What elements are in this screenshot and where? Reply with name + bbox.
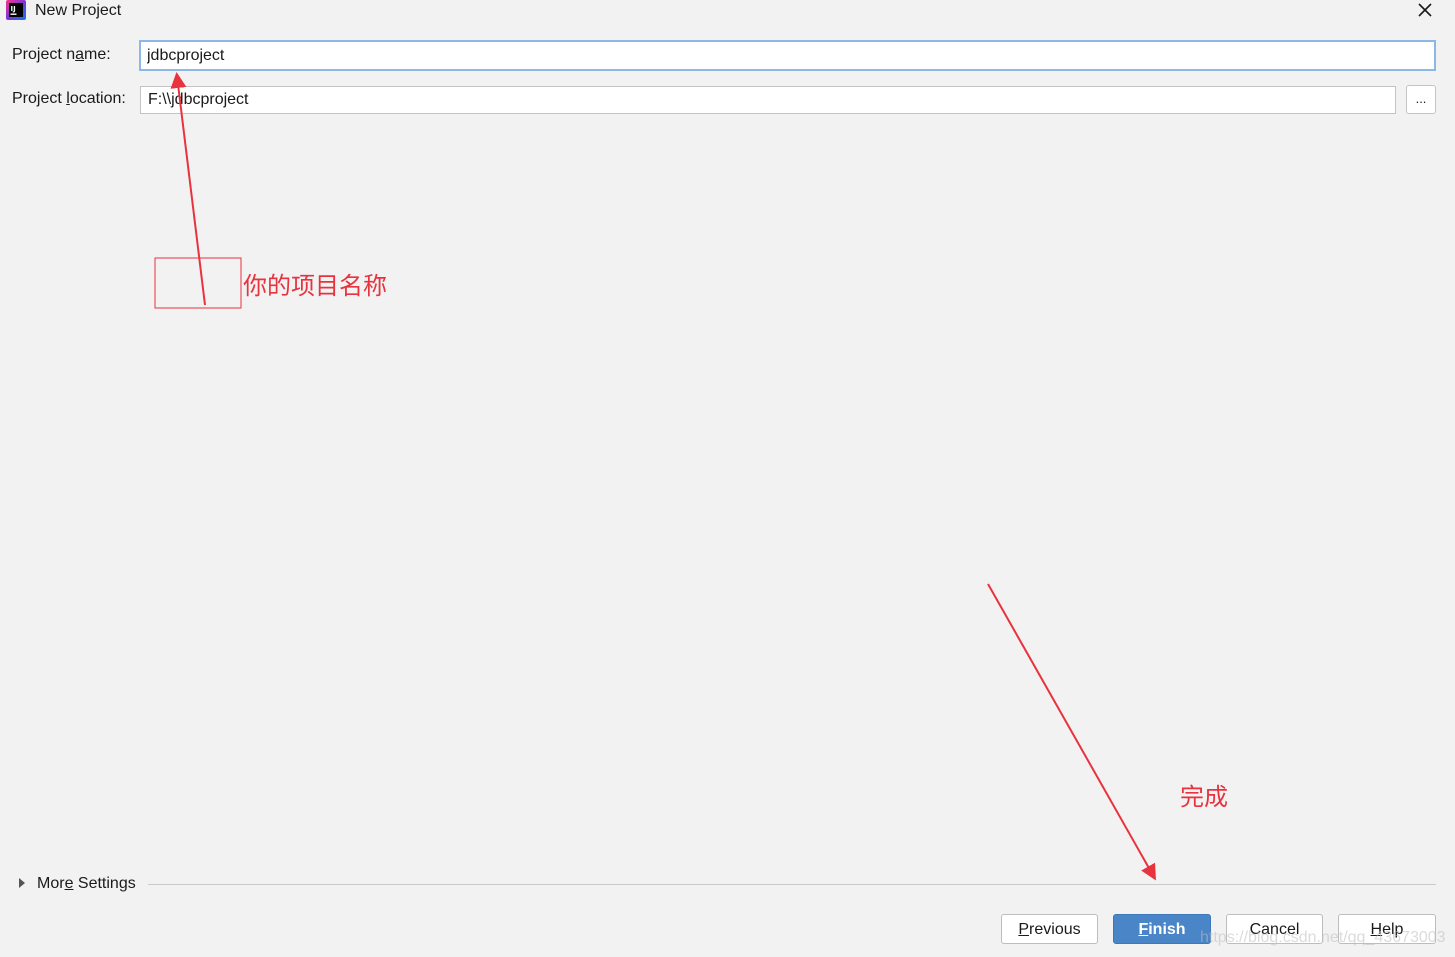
project-name-label: Project name:	[12, 46, 111, 63]
divider	[148, 884, 1436, 885]
intellij-idea-icon: IJ	[6, 0, 26, 20]
annotation-overlay	[154, 72, 1156, 881]
annotation-project-name-note: 你的项目名称	[243, 272, 387, 300]
triangle-right-icon	[19, 878, 25, 888]
project-name-input[interactable]	[139, 40, 1436, 71]
title-bar: IJ New Project	[0, 0, 1455, 22]
project-location-input[interactable]	[140, 86, 1396, 114]
svg-text:IJ: IJ	[11, 5, 16, 13]
cancel-button[interactable]: Cancel	[1226, 914, 1323, 944]
new-project-dialog: IJ New Project Project name: Project loc…	[0, 0, 1455, 957]
close-icon[interactable]	[1412, 0, 1438, 22]
more-settings-label: More Settings	[37, 875, 136, 892]
annotation-finish-note: 完成	[1180, 783, 1228, 811]
project-location-label: Project location:	[12, 90, 126, 107]
previous-button[interactable]: Previous	[1001, 914, 1098, 944]
window-title: New Project	[35, 2, 122, 19]
annotation-arrow-finish	[987, 583, 1156, 881]
help-button[interactable]: Help	[1338, 914, 1436, 944]
browse-button[interactable]: ...	[1406, 85, 1436, 114]
annotation-box	[154, 257, 242, 309]
finish-button[interactable]: Finish	[1113, 914, 1211, 944]
